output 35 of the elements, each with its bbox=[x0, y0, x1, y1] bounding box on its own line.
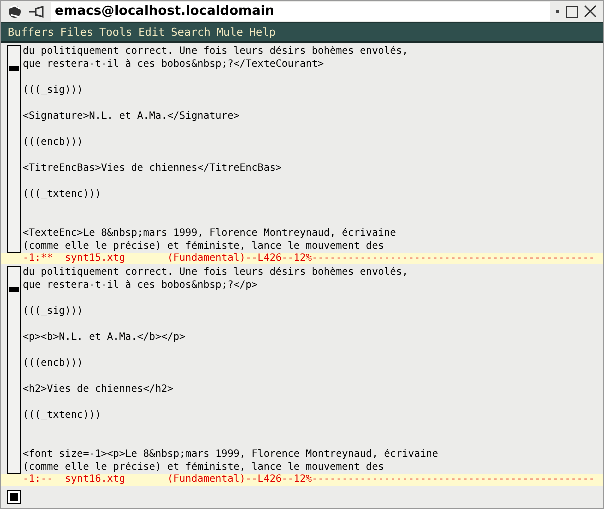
menu-item[interactable]: Buffers bbox=[5, 26, 58, 39]
minibuffer-scroll-box bbox=[7, 490, 21, 504]
code-line: <TexteEnc>Le 8&nbsp;mars 1999, Florence Montreynaud, écrivaine bbox=[23, 227, 398, 240]
menu-item[interactable]: Mule bbox=[214, 26, 246, 39]
pin-icon[interactable] bbox=[29, 6, 45, 18]
code-line: que restera-t-il à ces bobos&nbsp;?</TexteCourant> bbox=[23, 58, 326, 72]
scroll-bar[interactable] bbox=[7, 45, 21, 254]
code-line: (((_txtenc))) bbox=[23, 409, 102, 422]
scroll-thumb[interactable] bbox=[9, 287, 19, 292]
minimize-icon[interactable] bbox=[556, 10, 560, 14]
menu-item[interactable]: Files bbox=[57, 26, 96, 39]
code-line: que restera-t-il à ces bobos&nbsp;?</p> bbox=[23, 279, 259, 292]
menu-item[interactable]: Edit bbox=[136, 26, 168, 39]
code-line: (((_sig))) bbox=[23, 84, 84, 98]
scroll-thumb[interactable] bbox=[9, 66, 19, 72]
menu-item[interactable]: Tools bbox=[96, 26, 136, 39]
close-icon[interactable] bbox=[584, 5, 597, 18]
code-line: <font size=-1><p>Le 8&nbsp;mars 1999, Florence Montreynaud, écrivaine bbox=[23, 448, 440, 462]
code-line: du politiquement correct. Une fois leurs désirs bohèmes envolés, bbox=[23, 266, 410, 280]
code-line: (comme elle le précise) et féministe, lance le mouvement des bbox=[23, 461, 386, 474]
scroll-bar[interactable] bbox=[7, 266, 21, 474]
code-line: (((_sig))) bbox=[23, 305, 84, 318]
code-line: <h2>Vies de chiennes</h2> bbox=[23, 383, 175, 396]
code-line: (((_txtenc))) bbox=[23, 188, 102, 202]
code-line: du politiquement correct. Une fois leurs désirs bohèmes envolés, bbox=[23, 45, 410, 58]
code-line: <p><b>N.L. et A.Ma.</b></p> bbox=[23, 331, 187, 344]
code-line: (comme elle le précise) et féministe, lance le mouvement des bbox=[23, 240, 386, 253]
menu-item[interactable]: Help bbox=[246, 26, 279, 39]
code-line: (((encb))) bbox=[23, 357, 84, 370]
menu-item[interactable]: Search bbox=[168, 26, 214, 39]
code-line: <TitreEncBas>Vies de chiennes</TitreEncBas> bbox=[23, 162, 283, 176]
window-title: emacs@localhost.localdomain bbox=[51, 2, 550, 22]
code-line: (((encb))) bbox=[23, 136, 84, 150]
maximize-icon[interactable] bbox=[566, 6, 578, 18]
code-line: <Signature>N.L. et A.Ma.</Signature> bbox=[23, 110, 241, 124]
